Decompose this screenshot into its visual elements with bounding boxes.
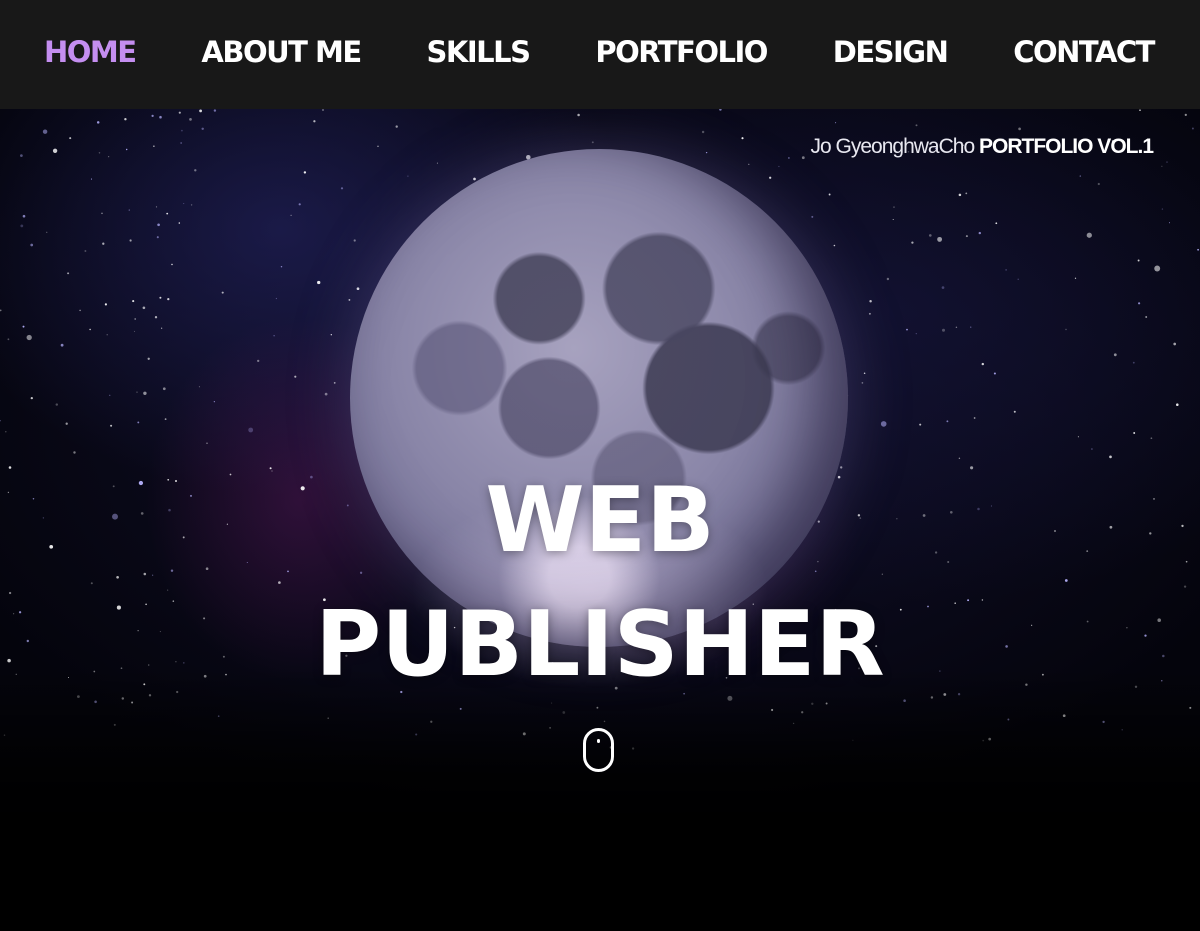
nav-item-design[interactable]: DESIGN [833,38,949,71]
nav-item-portfolio[interactable]: PORTFOLIO [595,38,768,71]
hero-fade [0,669,1200,931]
nav-item-home[interactable]: HOME [44,38,137,71]
nav-item-contact[interactable]: CONTACT [1013,38,1155,71]
main-nav: HOME ABOUT ME SKILLS PORTFOLIO DESIGN CO… [0,0,1200,109]
mouse-scroll-icon[interactable] [583,728,614,772]
nav-item-about-me[interactable]: ABOUT ME [201,38,362,71]
headline-line-1: WEB [485,468,715,573]
hero-section: Jo GyeonghwaCho PORTFOLIO VOL.1 WEB PUBL… [0,109,1200,931]
headline-line-2: PUBLISHER [315,592,885,697]
portfolio-tagline: Jo GyeonghwaCho PORTFOLIO VOL.1 [810,135,1154,159]
hero-headline: WEB PUBLISHER [0,459,1200,707]
nav-item-skills[interactable]: SKILLS [427,38,532,71]
mouse-wheel-dot [597,739,600,743]
tagline-name: Jo GyeonghwaCho [810,135,976,158]
tagline-title: PORTFOLIO VOL.1 [978,135,1154,158]
